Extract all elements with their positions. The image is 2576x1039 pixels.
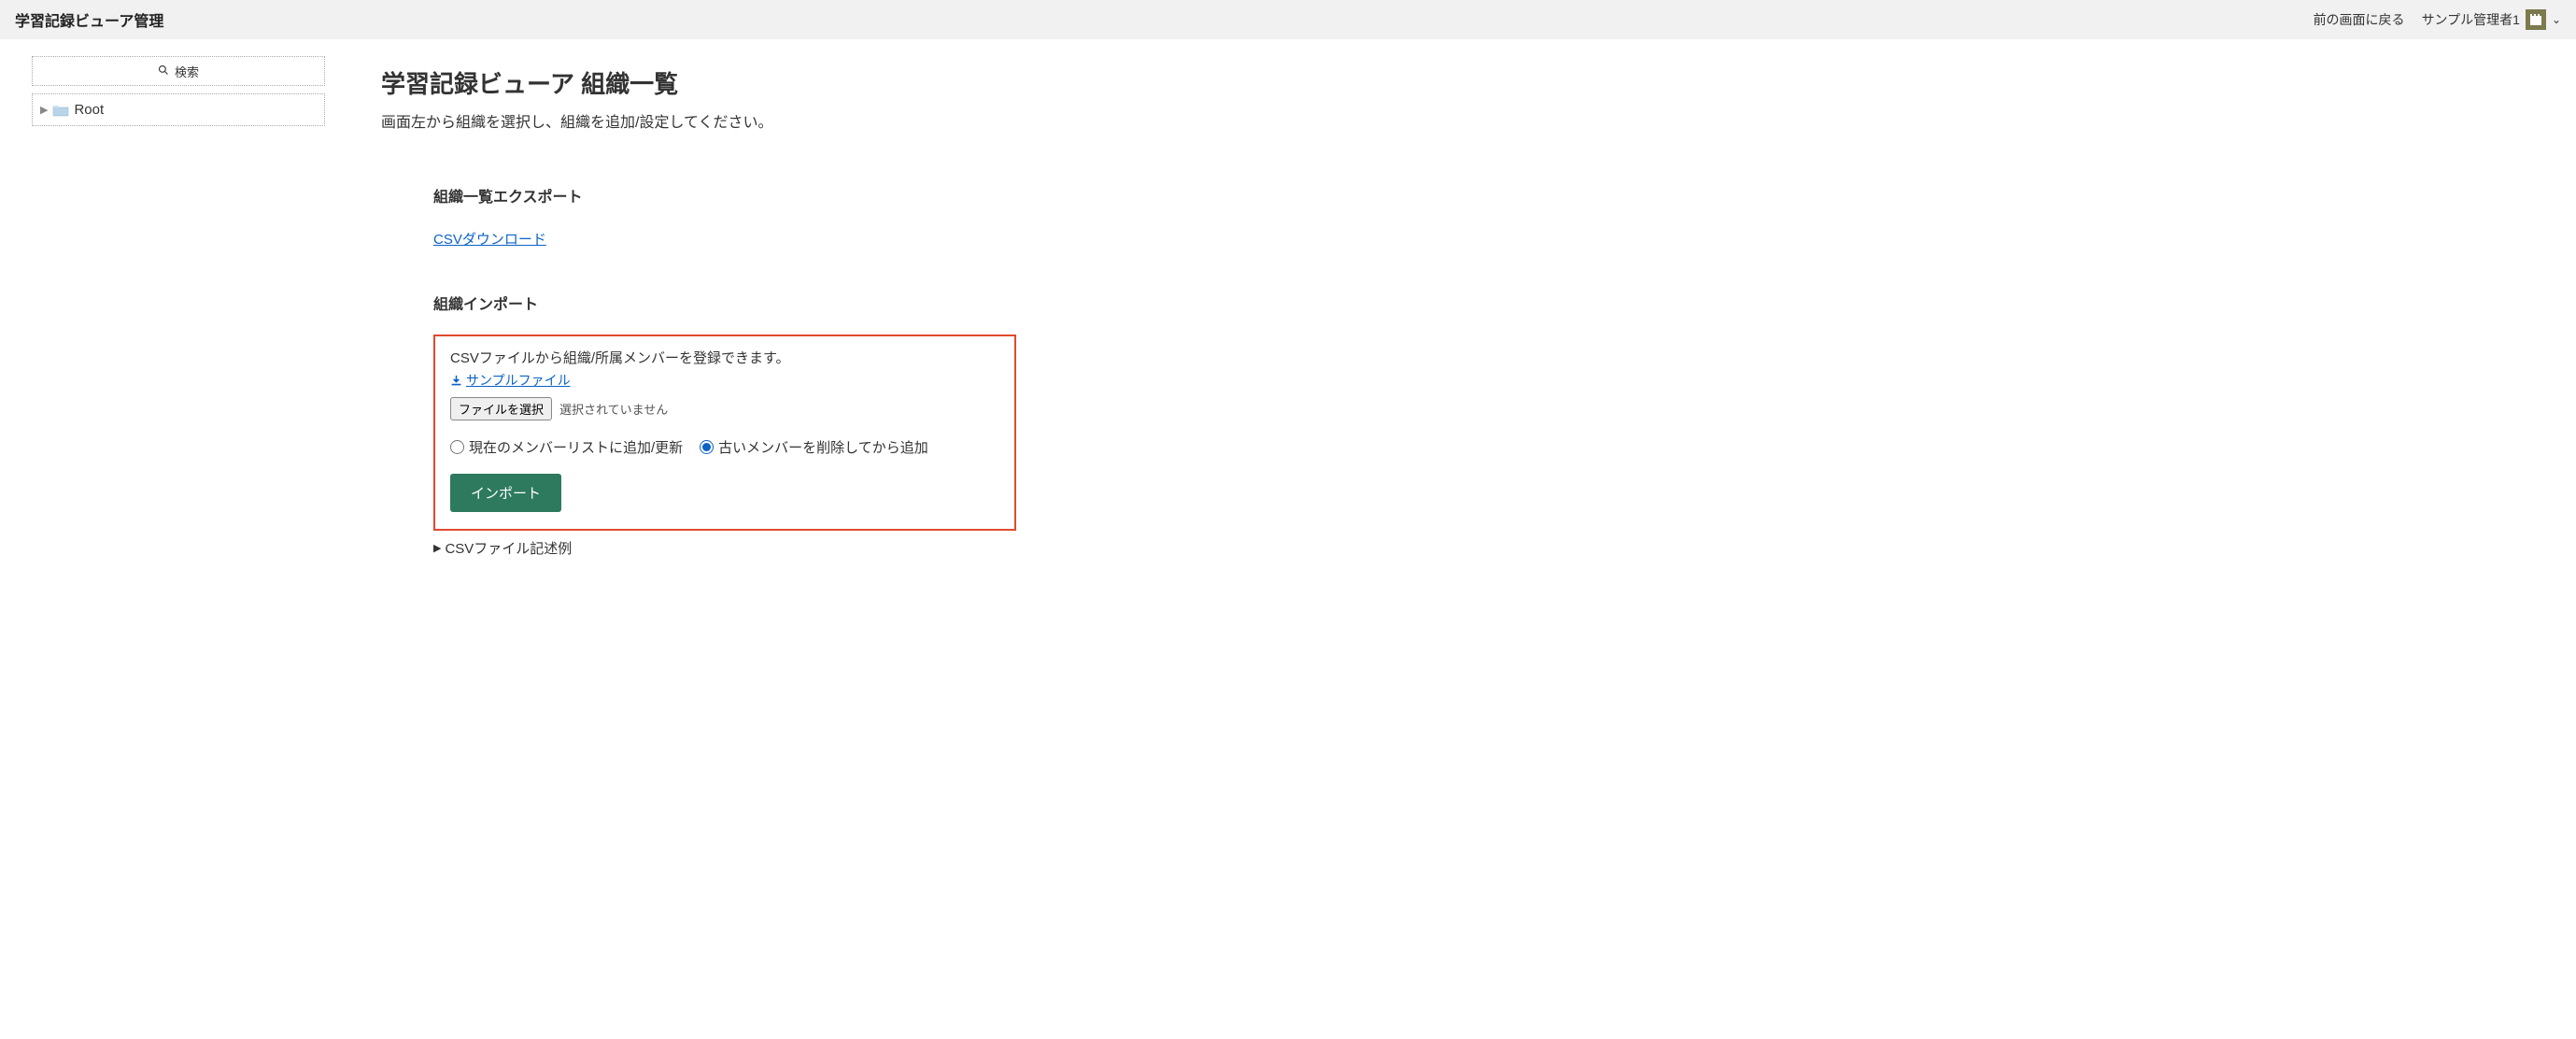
org-tree: ▶ Root bbox=[32, 93, 325, 126]
main-content: 学習記録ビューア 組織一覧 画面左から組織を選択し、組織を追加/設定してください… bbox=[336, 39, 1364, 580]
tree-item-label: Root bbox=[74, 102, 104, 118]
search-label: 検索 bbox=[175, 63, 199, 80]
file-status-text: 選択されていません bbox=[559, 400, 668, 418]
sample-file-label: サンプルファイル bbox=[466, 371, 571, 390]
radio-replace-label: 古いメンバーを削除してから追加 bbox=[718, 437, 928, 457]
sidebar: 検索 ▶ Root bbox=[0, 39, 336, 126]
page-title: 学習記録ビューア 組織一覧 bbox=[381, 65, 1341, 100]
top-bar: 学習記録ビューア管理 前の画面に戻る サンプル管理者1 ⌄ bbox=[0, 0, 2576, 39]
import-mode-radio-group: 現在のメンバーリストに追加/更新 古いメンバーを削除してから追加 bbox=[450, 437, 999, 457]
csv-example-disclosure[interactable]: ▶ CSVファイル記述例 bbox=[433, 538, 1341, 558]
file-choose-button[interactable]: ファイルを選択 bbox=[450, 397, 552, 420]
chevron-down-icon: ⌄ bbox=[2552, 13, 2561, 26]
disclosure-label: CSVファイル記述例 bbox=[445, 538, 572, 558]
top-bar-right: 前の画面に戻る サンプル管理者1 ⌄ bbox=[2314, 9, 2561, 30]
search-icon bbox=[158, 64, 169, 78]
import-description: CSVファイルから組織/所属メンバーを登録できます。 bbox=[450, 348, 999, 367]
csv-download-link[interactable]: CSVダウンロード bbox=[433, 229, 546, 249]
radio-append-input[interactable] bbox=[450, 440, 464, 454]
import-heading: 組織インポート bbox=[433, 292, 1341, 314]
import-button[interactable]: インポート bbox=[450, 474, 561, 512]
export-heading: 組織一覧エクスポート bbox=[433, 184, 1341, 206]
radio-option-replace[interactable]: 古いメンバーを削除してから追加 bbox=[700, 437, 928, 457]
avatar bbox=[2526, 9, 2546, 30]
user-menu[interactable]: サンプル管理者1 ⌄ bbox=[2422, 9, 2561, 30]
download-icon bbox=[450, 375, 462, 387]
radio-append-label: 現在のメンバーリストに追加/更新 bbox=[469, 437, 683, 457]
sample-file-link[interactable]: サンプルファイル bbox=[450, 371, 571, 390]
tree-item-root[interactable]: ▶ Root bbox=[40, 100, 317, 120]
radio-replace-input[interactable] bbox=[700, 440, 714, 454]
file-chooser-row: ファイルを選択 選択されていません bbox=[450, 397, 999, 420]
folder-icon bbox=[52, 104, 69, 117]
radio-option-append[interactable]: 現在のメンバーリストに追加/更新 bbox=[450, 437, 683, 457]
page-subtitle: 画面左から組織を選択し、組織を追加/設定してください。 bbox=[381, 109, 1341, 132]
castle-icon bbox=[2528, 12, 2543, 27]
app-title: 学習記録ビューア管理 bbox=[15, 8, 163, 31]
user-name-label: サンプル管理者1 bbox=[2422, 10, 2520, 29]
import-box: CSVファイルから組織/所属メンバーを登録できます。 サンプルファイル ファイル… bbox=[433, 334, 1016, 531]
disclosure-triangle-icon: ▶ bbox=[433, 542, 441, 554]
search-box[interactable]: 検索 bbox=[32, 56, 325, 86]
tree-expand-icon[interactable]: ▶ bbox=[40, 104, 48, 116]
back-link[interactable]: 前の画面に戻る bbox=[2314, 10, 2405, 29]
